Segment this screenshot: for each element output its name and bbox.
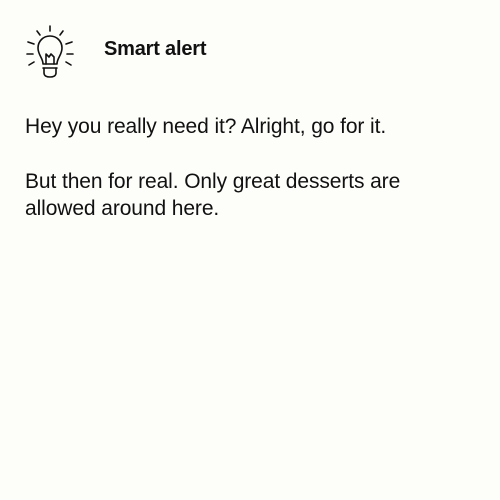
alert-title: Smart alert xyxy=(104,38,207,60)
lightbulb-icon xyxy=(24,24,76,80)
smart-alert-card: Smart alert Hey you really need it? Alri… xyxy=(0,0,500,500)
alert-message-line-2: But then for real. Only great desserts a… xyxy=(25,170,401,220)
alert-header xyxy=(24,24,76,80)
alert-message-line-1: Hey you really need it? Alright, go for … xyxy=(25,115,387,138)
